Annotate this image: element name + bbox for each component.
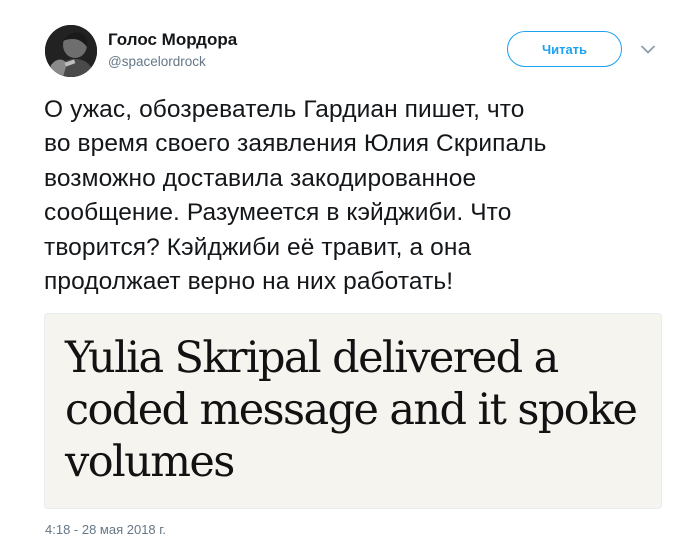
- tweet-text-line: творится? Кэйджиби её травит, а она: [44, 233, 472, 261]
- card-headline-line: coded message and it spoke: [65, 385, 638, 435]
- card-headline-line: volumes: [65, 437, 235, 487]
- tweet-text-line: сообщение. Разумеется в кэйджиби. Что: [44, 199, 512, 227]
- follow-button-label: Читать: [541, 41, 588, 57]
- link-preview-card[interactable]: Yulia Skripal delivered a coded message …: [44, 313, 662, 509]
- follow-button[interactable]: Читать: [507, 31, 622, 67]
- card-headline-line: Yulia Skripal delivered a: [65, 333, 559, 383]
- tweet-text-line: продолжает верно на них работать!: [44, 268, 454, 296]
- tweet-timestamp[interactable]: 4:18 - 28 мая 2018 г.: [45, 522, 166, 537]
- tweet-text: О ужас, обозреватель Гардиан пишет, что …: [44, 93, 684, 299]
- tweet-text-line: О ужас, обозреватель Гардиан пишет, что: [44, 96, 525, 123]
- user-handle[interactable]: @spacelordrock: [108, 54, 206, 69]
- chevron-down-icon: [641, 45, 655, 53]
- user-display-name[interactable]: Голос Мордора: [108, 30, 237, 50]
- tweet-text-line: во время своего заявления Юлия Скрипаль: [44, 130, 547, 158]
- tweet-text-line: возможно доставила закодированное: [44, 164, 477, 192]
- card-headline: Yulia Skripal delivered a coded message …: [65, 332, 655, 488]
- avatar-icon: [45, 25, 97, 77]
- tweet-menu-button[interactable]: [637, 38, 659, 60]
- user-avatar[interactable]: [45, 25, 97, 77]
